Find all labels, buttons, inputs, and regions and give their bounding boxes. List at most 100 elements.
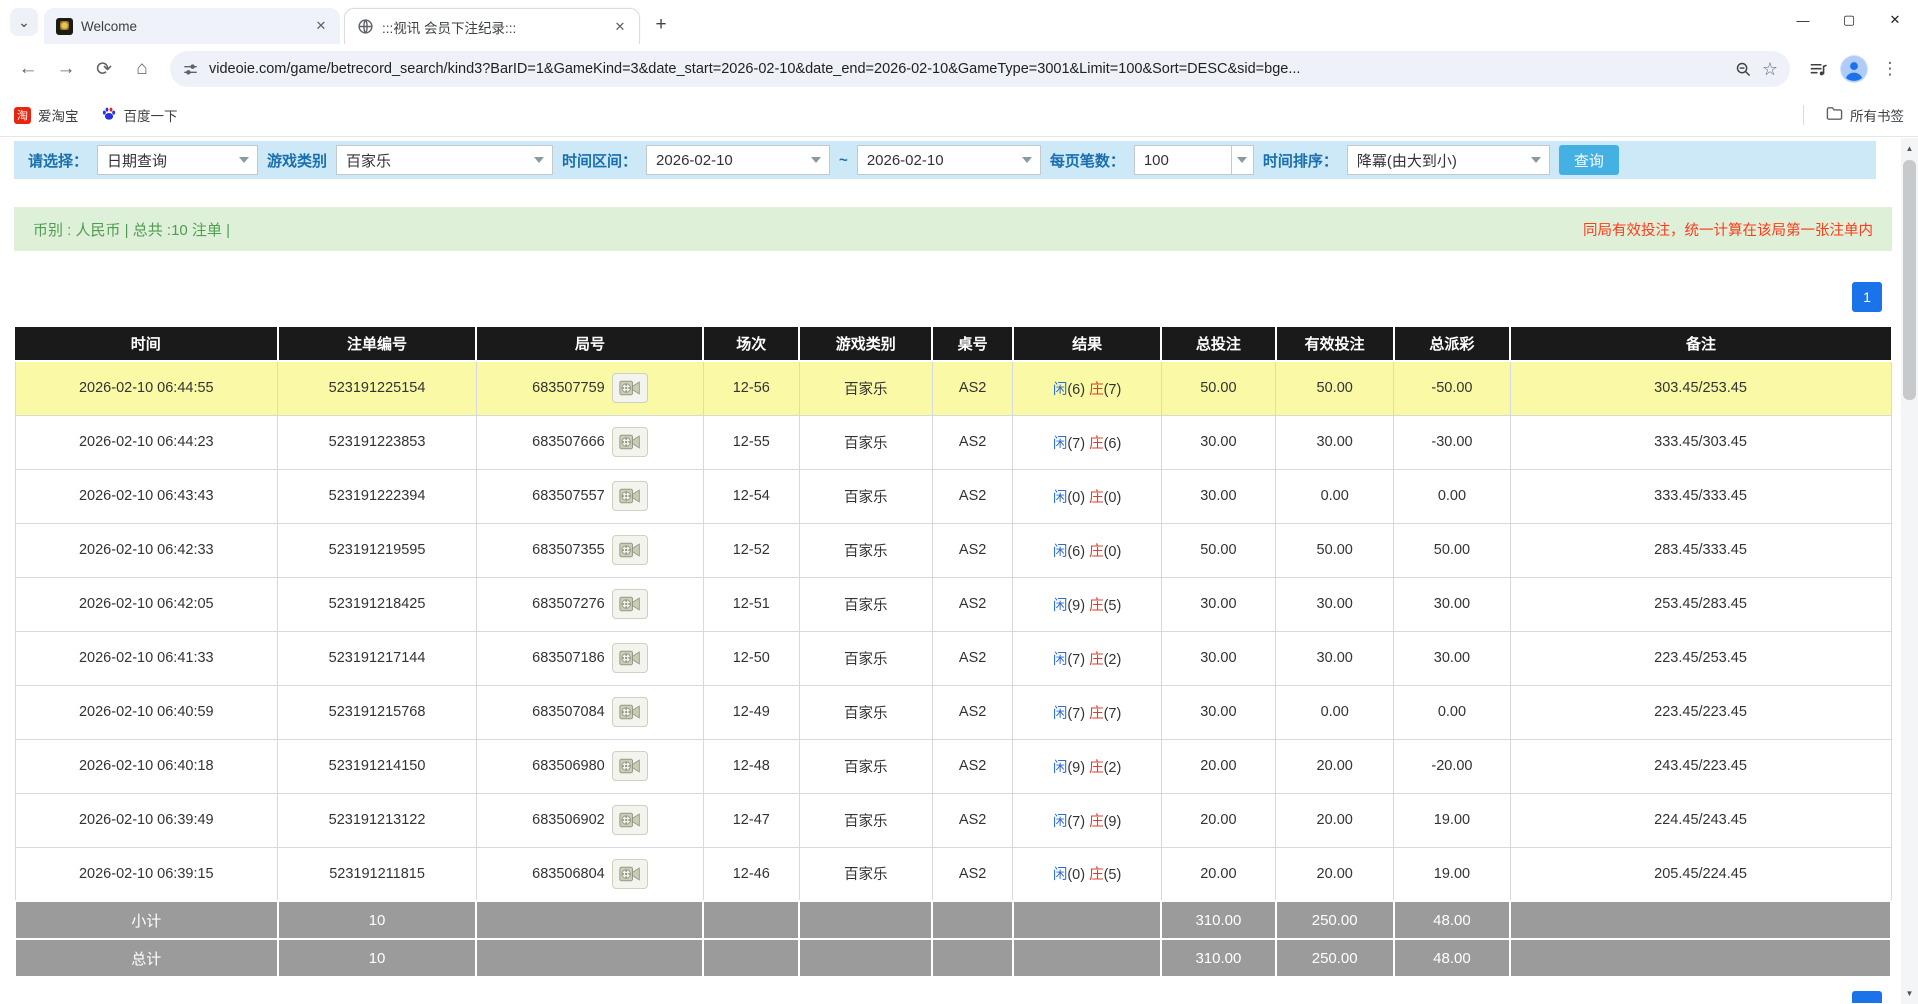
round-number: 683507084	[532, 704, 605, 720]
date-start-input[interactable]: 2026-02-10	[646, 145, 830, 175]
browser-menu-button[interactable]: ⋮	[1874, 53, 1906, 85]
page-scrollbar[interactable]: ▲ ▼	[1901, 138, 1918, 1004]
table-header: 时间 注单编号 局号 场次 游戏类别 桌号 结果 总投注 有效投注 总派彩 备注	[15, 327, 1891, 361]
zoom-icon[interactable]	[1735, 61, 1752, 78]
home-button[interactable]: ⌂	[126, 53, 158, 85]
header-game-category: 游戏类别	[799, 327, 932, 361]
banker-result-score: (9)	[1104, 814, 1122, 830]
player-result-label: 闲	[1053, 706, 1068, 722]
table-row: 2026-02-10 06:39:15 523191211815 6835068…	[15, 847, 1891, 901]
page-size-dropdown-button[interactable]	[1232, 145, 1254, 175]
table-row: 2026-02-10 06:44:23 523191223853 6835076…	[15, 415, 1891, 469]
bookmark-star-icon[interactable]: ☆	[1762, 59, 1778, 80]
cell-result: 闲(0) 庄(5)	[1013, 847, 1161, 901]
table-row: 2026-02-10 06:42:05 523191218425 6835072…	[15, 577, 1891, 631]
pagination-page-1[interactable]: 1	[1852, 282, 1882, 312]
bookmark-baidu[interactable]: 百度一下	[101, 105, 178, 125]
all-bookmarks-button[interactable]: 所有书签	[1826, 105, 1904, 125]
query-type-value: 日期查询	[98, 150, 231, 171]
video-replay-button[interactable]	[612, 427, 648, 457]
banker-result-label: 庄	[1089, 382, 1104, 398]
reload-icon: ⟳	[96, 58, 112, 81]
new-tab-button[interactable]: +	[648, 12, 674, 38]
tab-welcome[interactable]: Welcome ✕	[44, 8, 340, 44]
cell-session: 12-55	[703, 415, 799, 469]
video-replay-button[interactable]	[612, 481, 648, 511]
header-result: 结果	[1013, 327, 1161, 361]
page-size-input[interactable]: 100	[1134, 145, 1232, 175]
video-replay-button[interactable]	[612, 535, 648, 565]
player-result-score: (7)	[1067, 652, 1085, 668]
video-replay-button[interactable]	[612, 751, 648, 781]
cell-bet-id: 523191217144	[278, 631, 477, 685]
cell-payout: -30.00	[1394, 415, 1510, 469]
date-end-input[interactable]: 2026-02-10	[857, 145, 1041, 175]
cell-time: 2026-02-10 06:39:49	[15, 793, 278, 847]
reload-button[interactable]: ⟳	[88, 53, 120, 85]
address-bar[interactable]: videoie.com/game/betrecord_search/kind3?…	[170, 51, 1790, 87]
video-replay-button[interactable]	[612, 859, 648, 889]
cell-valid-bet: 50.00	[1276, 361, 1394, 415]
sort-select[interactable]: 降冪(由大到小)	[1347, 145, 1550, 175]
cell-game: 百家乐	[799, 577, 932, 631]
cell-note: 243.45/223.45	[1510, 739, 1891, 793]
media-controls-button[interactable]	[1802, 53, 1834, 85]
cell-table-id: AS2	[932, 793, 1013, 847]
game-category-value: 百家乐	[337, 150, 526, 171]
chevron-down-icon	[231, 157, 257, 163]
video-replay-button[interactable]	[612, 373, 648, 403]
close-tab-icon[interactable]: ✕	[312, 17, 330, 35]
currency-summary-text: 币别 : 人民币 | 总共 :10 注单 |	[33, 219, 230, 240]
close-tab-icon[interactable]: ✕	[611, 18, 629, 36]
cell-total-bet[interactable]: 50.00	[1161, 361, 1275, 415]
scroll-down-icon[interactable]: ▼	[1901, 985, 1918, 1002]
query-type-select[interactable]: 日期查询	[97, 145, 258, 175]
pagination-bottom-partial[interactable]	[1852, 991, 1882, 1003]
player-result-label: 闲	[1053, 814, 1068, 830]
cell-total-bet[interactable]: 30.00	[1161, 415, 1275, 469]
table-footer-row: 总计 10 310.00 250.00 48.00	[15, 939, 1891, 977]
cell-total-bet[interactable]: 20.00	[1161, 793, 1275, 847]
video-replay-button[interactable]	[612, 697, 648, 727]
bookmark-aitaobao[interactable]: 淘 爱淘宝	[14, 105, 79, 125]
game-category-select[interactable]: 百家乐	[336, 145, 553, 175]
video-replay-button[interactable]	[612, 589, 648, 619]
minimize-button[interactable]: —	[1780, 0, 1826, 40]
cell-bet-id: 523191219595	[278, 523, 477, 577]
search-button[interactable]: 查询	[1559, 145, 1619, 175]
maximize-button[interactable]: ▢	[1826, 0, 1872, 40]
cell-total-bet[interactable]: 20.00	[1161, 847, 1275, 901]
cell-total-bet[interactable]: 30.00	[1161, 577, 1275, 631]
cell-total-bet[interactable]: 20.00	[1161, 739, 1275, 793]
profile-avatar[interactable]	[1840, 55, 1868, 83]
cell-payout: 0.00	[1394, 685, 1510, 739]
scrollbar-thumb[interactable]	[1903, 160, 1916, 400]
cell-total-bet[interactable]: 30.00	[1161, 685, 1275, 739]
banker-result-score: (5)	[1104, 598, 1122, 614]
cell-note: 223.45/223.45	[1510, 685, 1891, 739]
summary-bar: 币别 : 人民币 | 总共 :10 注单 | 同局有效投注，统一计算在该局第一张…	[14, 207, 1892, 251]
cell-bet-id: 523191215768	[278, 685, 477, 739]
header-total-bet: 总投注	[1161, 327, 1275, 361]
cell-total-bet[interactable]: 30.00	[1161, 631, 1275, 685]
round-number: 683506804	[532, 866, 605, 882]
site-settings-icon[interactable]	[182, 61, 199, 78]
back-button[interactable]: ←	[12, 53, 44, 85]
cell-session: 12-48	[703, 739, 799, 793]
close-window-button[interactable]: ✕	[1872, 0, 1918, 40]
cell-total-bet[interactable]: 30.00	[1161, 469, 1275, 523]
chevron-down-icon	[526, 157, 552, 163]
banker-result-score: (7)	[1104, 706, 1122, 722]
video-replay-button[interactable]	[612, 643, 648, 673]
all-bookmarks-label: 所有书签	[1850, 105, 1904, 125]
header-bet-id: 注单编号	[278, 327, 477, 361]
cell-total-bet[interactable]: 50.00	[1161, 523, 1275, 577]
tab-bet-records[interactable]: :::视讯 会员下注纪录::: ✕	[344, 8, 640, 44]
cell-round: 683506980	[476, 739, 703, 793]
scroll-up-icon[interactable]: ▲	[1901, 140, 1918, 157]
video-replay-button[interactable]	[612, 805, 648, 835]
table-row: 2026-02-10 06:39:49 523191213122 6835069…	[15, 793, 1891, 847]
forward-button[interactable]: →	[50, 53, 82, 85]
tab-search-button[interactable]: ⌄	[10, 8, 38, 36]
cell-session: 12-49	[703, 685, 799, 739]
